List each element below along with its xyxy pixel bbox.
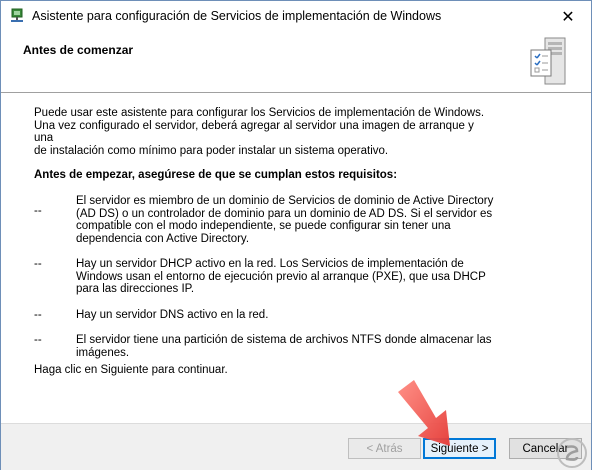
- requirement-item: -- El servidor es miembro de un dominio …: [34, 195, 504, 245]
- wizard-content: Puede usar este asistente para configura…: [1, 93, 591, 423]
- server-network-icon: [11, 8, 23, 22]
- intro-line: Una vez configurado el servidor, deberá …: [34, 119, 474, 145]
- requirement-item: -- El servidor tiene una partición de si…: [34, 334, 504, 359]
- next-button[interactable]: Siguiente >: [423, 438, 496, 459]
- page-title: Antes de comenzar: [23, 43, 134, 57]
- requirement-line: para las direcciones IP.: [76, 283, 195, 295]
- close-icon: ✕: [561, 8, 575, 26]
- requirement-line: Hay un servidor DNS activo en la red.: [76, 308, 269, 321]
- continue-instruction: Haga clic en Siguiente para continuar.: [34, 364, 228, 376]
- requirement-line: Hay un servidor DHCP activo en la red. L…: [76, 258, 464, 270]
- list-dash: --: [34, 334, 42, 346]
- intro-line: Puede usar este asistente para configura…: [34, 107, 485, 119]
- logo-icon: [557, 438, 587, 468]
- close-button[interactable]: ✕: [545, 1, 591, 32]
- intro-line: de instalación como mínimo para poder in…: [34, 144, 389, 157]
- wizard-header: Antes de comenzar: [1, 32, 591, 93]
- list-dash: --: [34, 205, 42, 217]
- requirement-line: Windows usan el entorno de ejecución pre…: [76, 270, 486, 283]
- wizard-window: Asistente para configuración de Servicio…: [0, 0, 592, 470]
- button-bar: < Atrás Siguiente > Cancelar: [1, 423, 591, 470]
- intro-text: Puede usar este asistente para configura…: [34, 107, 484, 157]
- list-dash: --: [34, 258, 42, 270]
- requirement-line: El servidor es miembro de un dominio de …: [76, 195, 494, 207]
- title-bar[interactable]: Asistente para configuración de Servicio…: [1, 1, 591, 32]
- requirement-line: compatible con el modo independiente, se…: [76, 220, 451, 232]
- window-title: Asistente para configuración de Servicio…: [32, 9, 442, 23]
- requirement-item: -- Hay un servidor DHCP activo en la red…: [34, 258, 504, 296]
- list-dash: --: [34, 308, 42, 321]
- requirement-line: (AD DS) o un controlador de dominio para…: [76, 207, 493, 220]
- requirement-line: imágenes.: [76, 346, 130, 359]
- requirements-list: -- El servidor es miembro de un dominio …: [34, 195, 504, 372]
- requirement-line: dependencia con Active Directory.: [76, 232, 250, 245]
- server-checklist-icon: [530, 37, 566, 85]
- requirement-item: -- Hay un servidor DNS activo en la red.: [34, 309, 504, 322]
- requirements-heading: Antes de empezar, asegúrese de que se cu…: [34, 169, 398, 181]
- back-button[interactable]: < Atrás: [348, 438, 421, 459]
- requirement-line: El servidor tiene una partición de siste…: [76, 334, 492, 346]
